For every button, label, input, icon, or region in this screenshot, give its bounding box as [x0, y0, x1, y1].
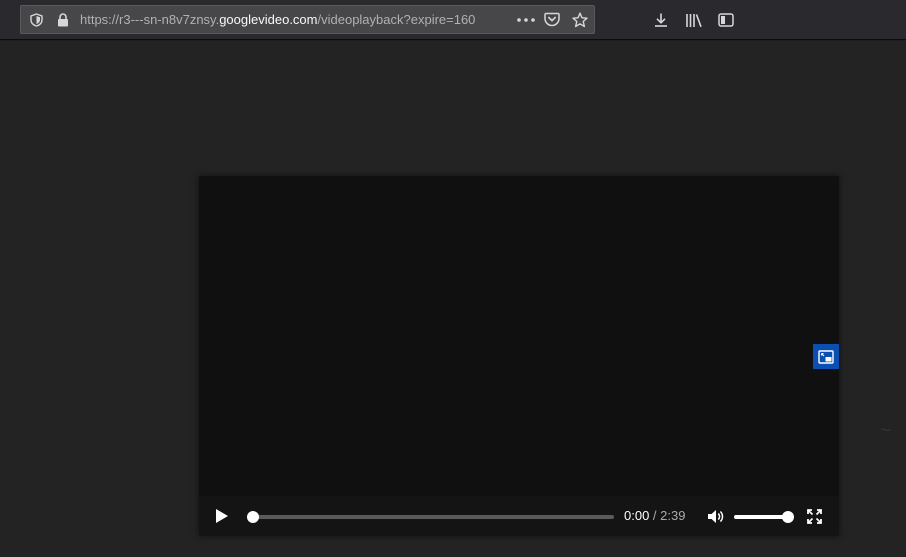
- star-icon[interactable]: [570, 6, 590, 33]
- volume-icon[interactable]: [704, 506, 726, 526]
- fullscreen-icon[interactable]: [804, 507, 824, 525]
- sidebar-icon[interactable]: [714, 8, 738, 32]
- url-host: googlevideo.com: [219, 12, 318, 27]
- time-separator: /: [649, 508, 661, 523]
- picture-in-picture-icon[interactable]: [813, 344, 839, 369]
- volume-slider-track[interactable]: [734, 515, 786, 519]
- lock-icon[interactable]: [55, 6, 71, 33]
- time-display: 0:00 / 2:39: [624, 496, 685, 536]
- scrubber-thumb[interactable]: [247, 511, 259, 523]
- play-icon[interactable]: [211, 506, 233, 526]
- duration: 2:39: [660, 508, 686, 523]
- browser-toolbar: https://r3---sn-n8v7znsy.googlevideo.com…: [0, 0, 906, 40]
- video-frame-artifact: [880, 419, 892, 431]
- shield-icon[interactable]: [28, 6, 44, 33]
- url-path: /videoplayback?expire=160: [317, 12, 476, 27]
- scrubber-track[interactable]: [253, 515, 614, 519]
- current-time: 0:00: [624, 508, 650, 523]
- library-icon[interactable]: [682, 8, 706, 32]
- pocket-icon[interactable]: [542, 6, 562, 33]
- url-bar[interactable]: https://r3---sn-n8v7znsy.googlevideo.com…: [20, 5, 595, 34]
- volume-slider-thumb[interactable]: [782, 511, 794, 523]
- video-controls-bar: 0:00 / 2:39: [199, 496, 839, 536]
- video-player[interactable]: 0:00 / 2:39: [199, 176, 892, 536]
- url-text[interactable]: https://r3---sn-n8v7znsy.googlevideo.com…: [80, 6, 528, 33]
- more-icon[interactable]: [515, 6, 537, 33]
- download-icon[interactable]: [649, 8, 673, 32]
- url-prefix: https://r3---sn-n8v7znsy.: [80, 12, 220, 27]
